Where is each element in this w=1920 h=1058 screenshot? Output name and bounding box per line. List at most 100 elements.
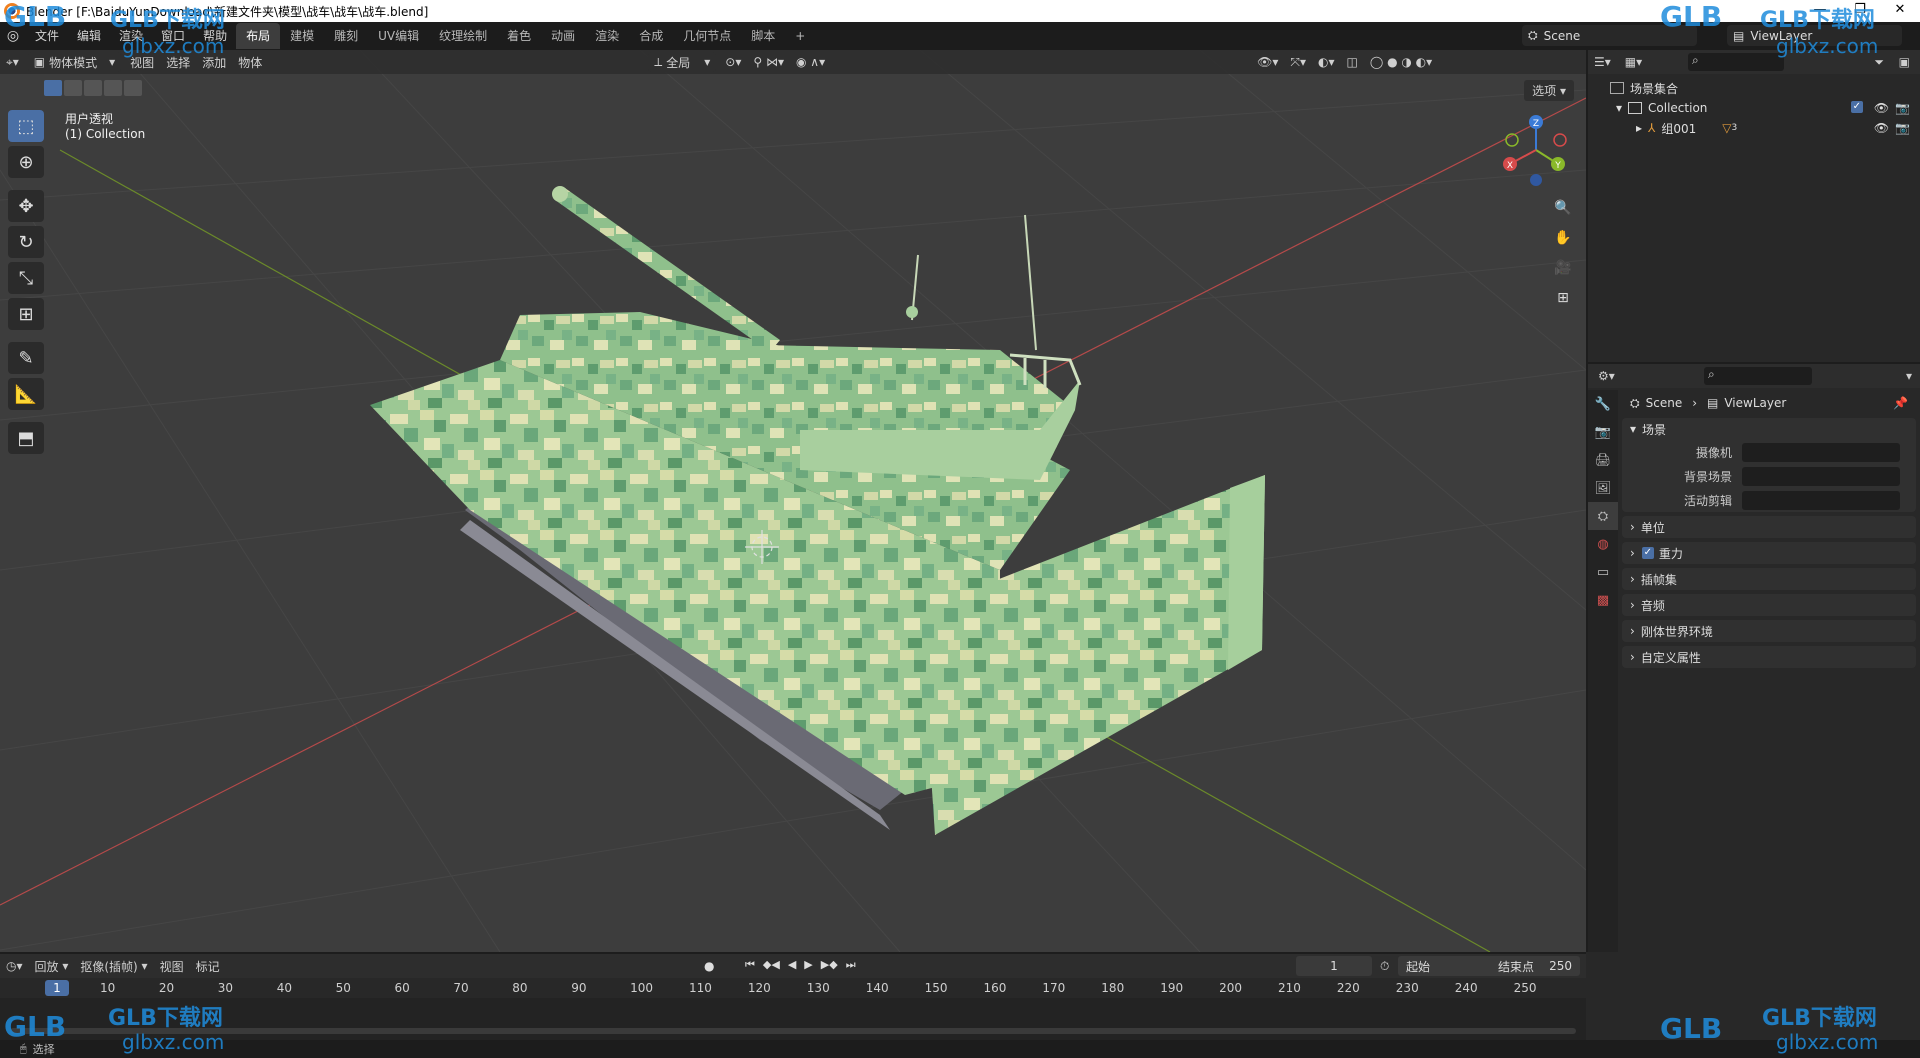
viewport-menu-view[interactable]: 视图 <box>124 52 160 72</box>
filter-icon[interactable]: ⏷ <box>1874 55 1884 70</box>
close-button[interactable]: ✕ <box>1880 0 1920 22</box>
viewport-menu-select[interactable]: 选择 <box>160 52 196 72</box>
pan-hand-icon[interactable]: ✋ <box>1550 225 1576 251</box>
tab-scripting[interactable]: 脚本 <box>741 23 785 49</box>
outliner-scene-collection[interactable]: 场景集合 <box>1588 78 1920 98</box>
gravity-checkbox[interactable]: ✓ <box>1641 547 1654 559</box>
visibility-icon[interactable]: 👁▾ <box>1251 52 1284 72</box>
output-tab-icon[interactable]: 🖨 <box>1588 446 1618 474</box>
tab-compositing[interactable]: 合成 <box>629 23 673 49</box>
viewlayer-selector[interactable]: ▤ ViewLayer <box>1727 25 1902 46</box>
eye-icon[interactable]: 👁 <box>1874 121 1889 135</box>
tool-tab-icon[interactable]: 🔧 <box>1588 390 1618 418</box>
menu-help[interactable]: 帮助 <box>194 23 236 49</box>
pin-icon[interactable]: 📌 <box>1893 396 1908 410</box>
transform-tool[interactable]: ⊞ <box>8 298 44 330</box>
measure-tool[interactable]: 📐 <box>8 378 44 410</box>
timeline-menu-playback[interactable]: 回放 ▾ <box>29 956 75 976</box>
options-dropdown[interactable]: 选项 ▾ <box>1524 80 1574 101</box>
snap-icon[interactable]: ⚲ ⋈▾ <box>747 52 790 72</box>
audio-panel[interactable]: › 音频 <box>1622 594 1916 616</box>
jump-end-icon[interactable]: ⏭ <box>846 958 856 972</box>
jump-start-icon[interactable]: ⏮ <box>745 958 755 972</box>
prev-keyframe-icon[interactable]: ◆◀ <box>763 958 780 972</box>
active-clip-field[interactable] <box>1742 490 1900 510</box>
scene-panel-header[interactable]: ▾ 场景 <box>1622 418 1916 440</box>
navigation-gizmo[interactable]: Z Y X <box>1496 110 1576 190</box>
camera-view-icon[interactable]: 🎥 <box>1550 255 1576 281</box>
record-button[interactable]: ● <box>704 959 714 973</box>
gizmo-toggle-icon[interactable]: ⤧▾ <box>1284 52 1312 72</box>
world-tab-icon[interactable]: ◍ <box>1588 530 1618 558</box>
pivot-icon[interactable]: ⊙▾ <box>719 52 747 72</box>
scene-selector[interactable]: ⛭ Scene <box>1522 25 1697 46</box>
camera-field[interactable] <box>1742 442 1900 462</box>
texture-tab-icon[interactable]: ▩ <box>1588 586 1618 614</box>
select-subtract-icon[interactable] <box>84 80 102 96</box>
next-keyframe-icon[interactable]: ▶◆ <box>821 958 838 972</box>
tab-layout[interactable]: 布局 <box>236 23 281 49</box>
perspective-toggle-icon[interactable]: ⊞ <box>1550 285 1576 311</box>
mode-dropdown[interactable]: ▣ 物体模式 ▾ <box>27 52 122 72</box>
timeline-scrollbar[interactable] <box>10 1028 1576 1034</box>
select-extend-icon[interactable] <box>64 80 82 96</box>
outliner-editor-icon[interactable]: ☰▾ <box>1594 55 1611 69</box>
expand-arrow-icon[interactable]: ▾ <box>1616 101 1622 115</box>
tab-animation[interactable]: 动画 <box>541 23 585 49</box>
outliner-search-input[interactable]: ⌕ <box>1688 53 1784 71</box>
outliner-object-row[interactable]: ▸ ⅄ 组001 ▽ 3 👁 📷 <box>1588 118 1920 138</box>
add-workspace-button[interactable]: + <box>785 23 815 49</box>
select-box-tool[interactable]: ⬚ <box>8 110 44 142</box>
3d-viewport[interactable]: ⌖▾ ▣ 物体模式 ▾ 视图 选择 添加 物体 ⟂ 全局 ▾ ⊙▾ ⚲ ⋈▾ ◉… <box>0 50 1586 952</box>
viewport-menu-object[interactable]: 物体 <box>232 52 268 72</box>
menu-edit[interactable]: 编辑 <box>68 23 110 49</box>
properties-search-input[interactable]: ⌕ <box>1704 367 1812 385</box>
custom-properties-panel[interactable]: › 自定义属性 <box>1622 646 1916 668</box>
selection-mode-buttons[interactable] <box>44 80 142 96</box>
clock-icon[interactable]: ⏱ <box>1380 959 1389 974</box>
tab-rendering[interactable]: 渲染 <box>585 23 629 49</box>
timeline-menu-keying[interactable]: 抠像(插帧) ▾ <box>74 956 153 976</box>
units-panel[interactable]: › 单位 <box>1622 516 1916 538</box>
scene-tab-icon[interactable]: ⛭ <box>1588 502 1618 530</box>
viewport-menu-add[interactable]: 添加 <box>196 52 232 72</box>
rotate-tool[interactable]: ↻ <box>8 226 44 258</box>
annotate-tool[interactable]: ✎ <box>8 342 44 374</box>
proportional-edit-icon[interactable]: ◉ ∧▾ <box>790 52 831 72</box>
maximize-button[interactable]: ❐ <box>1840 0 1880 22</box>
expand-arrow-icon[interactable]: ▸ <box>1636 121 1642 135</box>
add-cube-tool[interactable]: ⬒ <box>8 422 44 454</box>
select-new-icon[interactable] <box>44 80 62 96</box>
xray-icon[interactable]: ◫ <box>1341 52 1364 72</box>
keying-sets-panel[interactable]: › 插帧集 <box>1622 568 1916 590</box>
minimize-button[interactable]: — <box>1800 0 1840 22</box>
render-tab-icon[interactable]: 📷 <box>1588 418 1618 446</box>
timeline-editor-icon[interactable]: ◷▾ <box>0 956 29 976</box>
timeline-ruler[interactable]: 1 10 20 30 40 50 60 70 80 90 100 110 120 130 140 150 160… <box>0 978 1586 998</box>
tab-sculpting[interactable]: 雕刻 <box>324 23 368 49</box>
collection-tab-icon[interactable]: ▭ <box>1588 558 1618 586</box>
tab-shading[interactable]: 着色 <box>497 23 541 49</box>
play-icon[interactable]: ▶ <box>804 958 812 972</box>
menu-window[interactable]: 窗口 <box>152 23 194 49</box>
play-reverse-icon[interactable]: ◀ <box>788 958 796 972</box>
tab-texture-paint[interactable]: 纹理绘制 <box>429 23 497 49</box>
shading-modes-icon[interactable]: ◯ ● ◑ ◐▾ <box>1364 52 1438 72</box>
eye-icon[interactable]: 👁 <box>1874 101 1889 115</box>
view-layer-tab-icon[interactable]: 🖼 <box>1588 474 1618 502</box>
timeline-menu-view[interactable]: 视图 <box>154 956 190 976</box>
chevron-down-icon[interactable]: ▾ <box>1906 369 1912 383</box>
editor-type-icon[interactable]: ⌖▾ <box>0 52 25 72</box>
camera-render-icon[interactable]: 📷 <box>1895 121 1910 135</box>
timeline-menu-marker[interactable]: 标记 <box>190 956 226 976</box>
rigid-body-world-panel[interactable]: › 刚体世界环境 <box>1622 620 1916 642</box>
scale-tool[interactable]: ⤡ <box>8 262 44 294</box>
overlay-toggle-icon[interactable]: ◐▾ <box>1312 52 1341 72</box>
gravity-panel[interactable]: › ✓ 重力 <box>1622 542 1916 564</box>
exclude-checkbox[interactable]: ✓ <box>1850 101 1863 113</box>
tab-geometry-nodes[interactable]: 几何节点 <box>673 23 741 49</box>
menu-render[interactable]: 渲染 <box>110 23 152 49</box>
tab-uv-editing[interactable]: UV编辑 <box>368 23 429 49</box>
properties-editor-icon[interactable]: ⚙▾ <box>1598 369 1615 383</box>
background-scene-field[interactable] <box>1742 466 1900 486</box>
